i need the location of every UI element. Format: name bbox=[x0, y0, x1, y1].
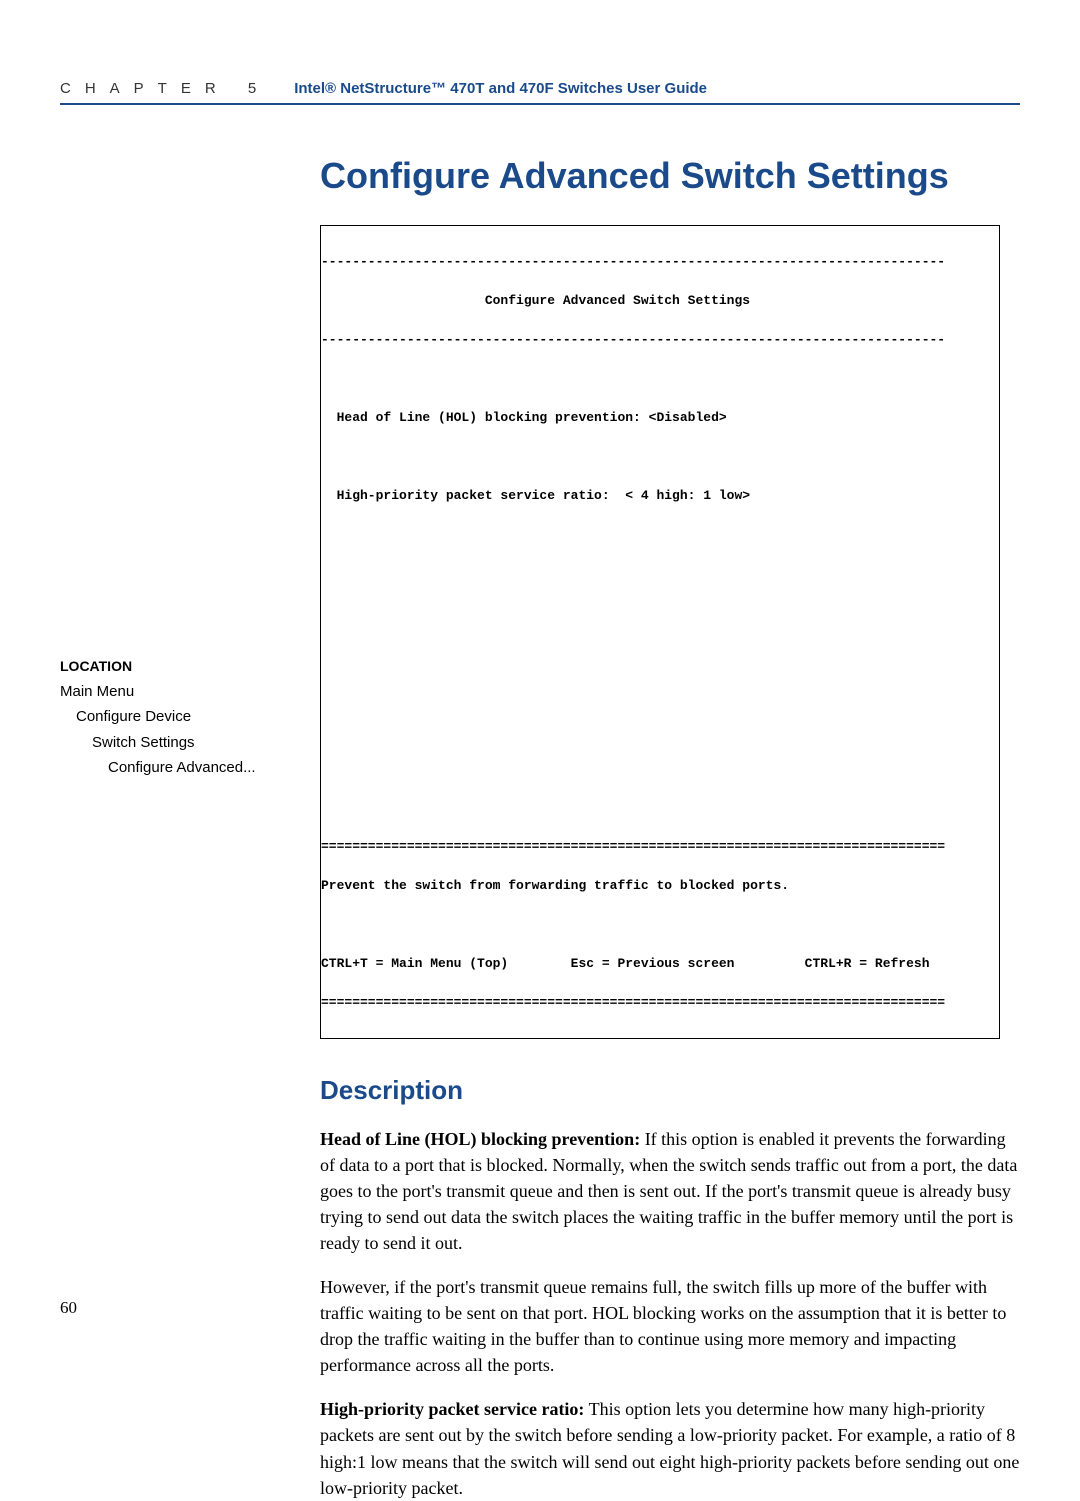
terminal-hr: ----------------------------------------… bbox=[321, 252, 999, 272]
terminal-hr-double: ========================================… bbox=[321, 837, 999, 857]
breadcrumb-l4: Configure Advanced... bbox=[60, 755, 280, 781]
ratio-label: High-priority packet service ratio: bbox=[320, 1399, 584, 1419]
terminal-blank bbox=[321, 369, 999, 389]
terminal-blank bbox=[321, 525, 999, 545]
terminal-blank bbox=[321, 447, 999, 467]
paragraph-hol: Head of Line (HOL) blocking prevention: … bbox=[320, 1126, 1020, 1256]
terminal-help-text: Prevent the switch from forwarding traff… bbox=[321, 876, 999, 896]
hol-label: Head of Line (HOL) blocking prevention: bbox=[320, 1129, 640, 1149]
paragraph-ratio: High-priority packet service ratio: This… bbox=[320, 1396, 1020, 1500]
terminal-blank bbox=[321, 642, 999, 662]
chapter-label: CHAPTER 5 bbox=[60, 80, 270, 97]
terminal-blank bbox=[321, 798, 999, 818]
breadcrumb-l3: Switch Settings bbox=[60, 730, 280, 756]
terminal-blank bbox=[321, 681, 999, 701]
terminal-screenshot: ----------------------------------------… bbox=[320, 225, 1000, 1039]
terminal-blank bbox=[321, 564, 999, 584]
terminal-blank bbox=[321, 759, 999, 779]
page-number: 60 bbox=[60, 1298, 77, 1318]
terminal-hr-double: ========================================… bbox=[321, 993, 999, 1013]
terminal-blank bbox=[321, 720, 999, 740]
guide-title: Intel® NetStructure™ 470T and 470F Switc… bbox=[294, 80, 707, 97]
terminal-blank bbox=[321, 603, 999, 623]
terminal-blank bbox=[321, 915, 999, 935]
breadcrumb-l1: Main Menu bbox=[60, 679, 280, 705]
terminal-ratio-setting: High-priority packet service ratio: < 4 … bbox=[321, 486, 999, 506]
paragraph-hol-cont: However, if the port's transmit queue re… bbox=[320, 1274, 1020, 1378]
location-sidebar: LOCATION Main Menu Configure Device Swit… bbox=[60, 655, 280, 781]
terminal-title: Configure Advanced Switch Settings bbox=[321, 291, 999, 311]
terminal-footer-keys: CTRL+T = Main Menu (Top) Esc = Previous … bbox=[321, 954, 999, 974]
terminal-hol-setting: Head of Line (HOL) blocking prevention: … bbox=[321, 408, 999, 428]
body-content: Head of Line (HOL) blocking prevention: … bbox=[320, 1126, 1020, 1501]
breadcrumb-l2: Configure Device bbox=[60, 704, 280, 730]
section-heading: Description bbox=[320, 1075, 1020, 1106]
page-title: Configure Advanced Switch Settings bbox=[320, 155, 1020, 197]
terminal-hr: ----------------------------------------… bbox=[321, 330, 999, 350]
sidebar-header: LOCATION bbox=[60, 655, 280, 679]
page-header: CHAPTER 5 Intel® NetStructure™ 470T and … bbox=[60, 80, 1020, 105]
